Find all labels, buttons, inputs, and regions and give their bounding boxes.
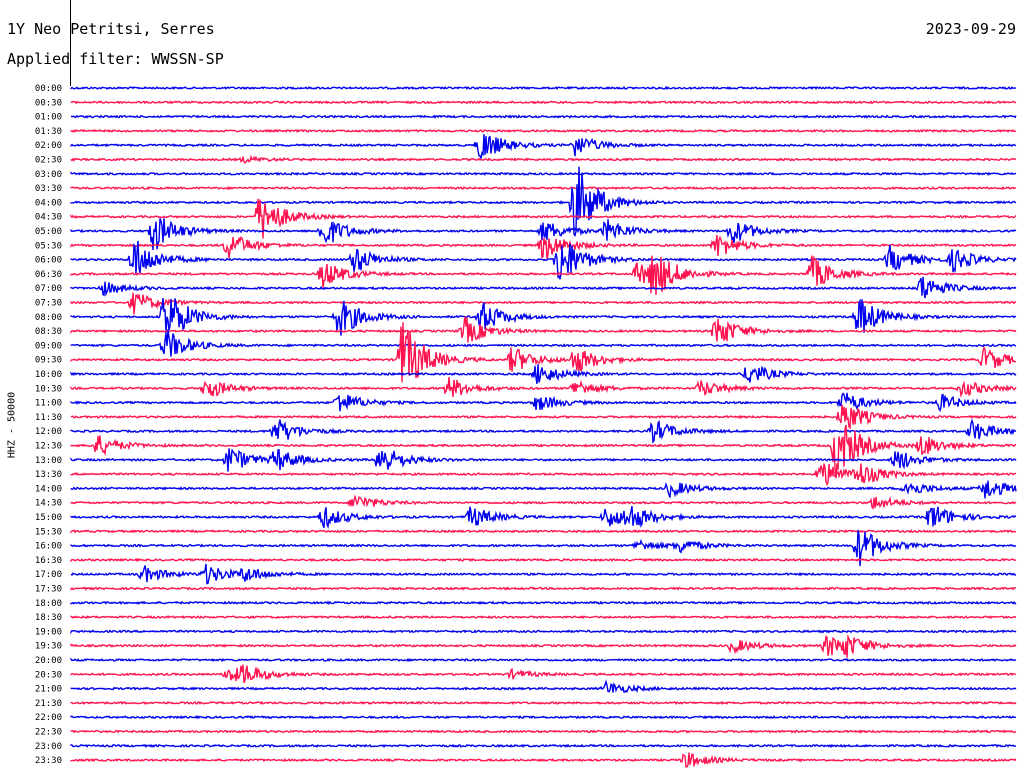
- helicorder-plot: 00:00 00:30 01:00 01:30 02:00 02:30 03:00 03:30…: [35, 0, 1017, 768]
- row-time-label: 17:00: [35, 570, 62, 580]
- row-time-label: 12:30: [35, 442, 62, 452]
- row-time-label: 14:30: [35, 499, 62, 509]
- trace-line: [70, 557, 1017, 563]
- row-time-label: 02:00: [35, 141, 62, 151]
- trace-line: [70, 376, 1017, 398]
- row-time-label: 18:30: [35, 613, 62, 623]
- row-time-label: 05:30: [35, 241, 62, 251]
- trace-line: [70, 463, 1017, 486]
- row-time-label: 09:00: [35, 341, 62, 351]
- row-time-label: 21:30: [35, 699, 62, 709]
- trace-line: [70, 563, 1017, 585]
- trace-line: [70, 480, 1017, 499]
- trace-line: [70, 494, 1017, 510]
- trace-line: [70, 128, 1017, 134]
- row-time-label: 14:00: [35, 484, 62, 494]
- row-time-label: 09:30: [35, 356, 62, 366]
- row-time-label: 06:00: [35, 256, 62, 266]
- trace-line: [70, 615, 1017, 620]
- row-time-label: 18:00: [35, 599, 62, 609]
- trace-line: [70, 629, 1017, 635]
- row-time-label: 15:00: [35, 513, 62, 523]
- row-time-label: 13:30: [35, 470, 62, 480]
- row-time-label: 13:00: [35, 456, 62, 466]
- row-time-label: 22:00: [35, 713, 62, 723]
- row-time-label: 10:00: [35, 370, 62, 380]
- row-time-label: 02:30: [35, 156, 62, 166]
- trace-line: [70, 657, 1017, 663]
- trace-line: [70, 364, 1017, 385]
- row-time-label: 21:00: [35, 685, 62, 695]
- row-time-label: 11:30: [35, 413, 62, 423]
- row-time-label: 23:30: [35, 756, 62, 766]
- row-time-label: 05:00: [35, 227, 62, 237]
- row-time-label: 04:00: [35, 198, 62, 208]
- row-time-label: 03:30: [35, 184, 62, 194]
- row-time-label: 15:30: [35, 527, 62, 537]
- row-time-label: 12:00: [35, 427, 62, 437]
- row-time-label: 07:00: [35, 284, 62, 294]
- trace-line: [70, 714, 1016, 720]
- trace-line: [70, 85, 1017, 91]
- row-time-label: 20:00: [35, 656, 62, 666]
- trace-line: [70, 171, 1017, 176]
- row-time-label: 08:30: [35, 327, 62, 337]
- trace-line: [70, 134, 1017, 161]
- trace-line: [70, 234, 1017, 259]
- trace-line: [70, 154, 1017, 164]
- trace-line: [70, 100, 1017, 105]
- row-time-label: 23:00: [35, 742, 62, 752]
- row-time-label: 22:30: [35, 728, 62, 738]
- trace-line: [70, 114, 1017, 119]
- trace-line: [70, 752, 1017, 768]
- trace-line: [70, 586, 1017, 591]
- row-time-label: 01:00: [35, 113, 62, 123]
- trace-line: [70, 664, 1017, 684]
- trace-line: [70, 729, 1017, 734]
- trace-line: [70, 600, 1017, 606]
- row-time-label: 04:30: [35, 213, 62, 223]
- row-time-label: 16:30: [35, 556, 62, 566]
- trace-line: [70, 316, 1017, 343]
- trace-line: [70, 424, 1017, 479]
- row-time-label: 19:30: [35, 642, 62, 652]
- trace-line: [70, 329, 1017, 357]
- trace-line: [70, 404, 1017, 430]
- row-time-label: 08:00: [35, 313, 62, 323]
- trace-line: [70, 505, 1017, 530]
- trace-line: [70, 743, 1017, 749]
- trace-line: [70, 700, 1017, 706]
- row-time-label: 06:30: [35, 270, 62, 280]
- row-time-label: 00:00: [35, 84, 62, 94]
- row-time-label: 00:30: [35, 98, 62, 108]
- trace-line: [70, 185, 1017, 191]
- trace-line: [70, 418, 1017, 444]
- row-time-label: 07:30: [35, 299, 62, 309]
- row-time-label: 10:30: [35, 384, 62, 394]
- trace-line: [70, 292, 1017, 315]
- row-time-label: 19:00: [35, 627, 62, 637]
- row-time-label: 20:30: [35, 670, 62, 680]
- row-time-label: 11:00: [35, 399, 62, 409]
- trace-line: [70, 679, 1017, 694]
- trace-line: [70, 276, 1017, 299]
- trace-line: [70, 529, 1017, 534]
- row-time-label: 01:30: [35, 127, 62, 137]
- row-time-label: 16:00: [35, 542, 62, 552]
- row-time-label: 17:30: [35, 585, 62, 595]
- row-time-label: 03:00: [35, 170, 62, 180]
- trace-line: [70, 633, 1017, 658]
